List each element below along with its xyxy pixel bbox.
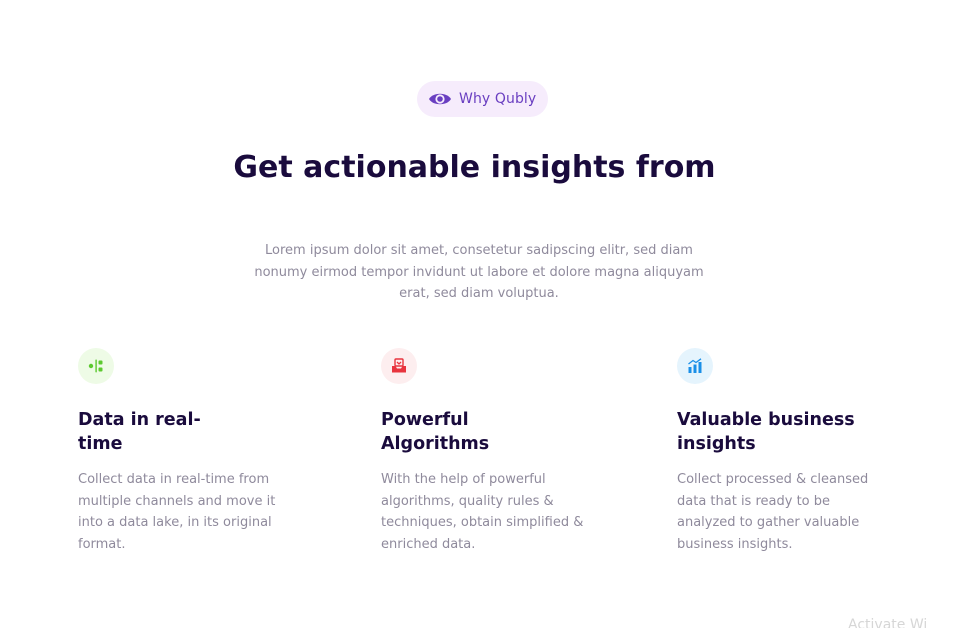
feature-card-insights: Valuable business insights Collect proce… xyxy=(677,348,889,555)
why-qubly-section: Why Qubly Get actionable insights from L… xyxy=(0,0,967,628)
growth-chart-icon xyxy=(677,348,713,384)
activate-windows-watermark: Activate Wi xyxy=(848,617,928,628)
data-flow-icon xyxy=(78,348,114,384)
feature-description: Collect processed & cleansed data that i… xyxy=(677,472,869,552)
feature-card-algorithms: Powerful Algorithms With the help of pow… xyxy=(381,348,586,555)
feature-description: Collect data in real-time from multiple … xyxy=(78,472,276,552)
why-qubly-badge: Why Qubly xyxy=(417,81,548,117)
section-description: Lorem ipsum dolor sit amet, consetetur s… xyxy=(254,243,704,301)
inbox-tray-icon xyxy=(381,348,417,384)
feature-title: Powerful Algorithms xyxy=(381,410,490,454)
badge-label: Why Qubly xyxy=(459,91,537,107)
feature-title: Valuable business insights xyxy=(677,410,855,454)
feature-card-real-time: Data in real-time Collect data in real-t… xyxy=(78,348,283,555)
eye-icon xyxy=(428,90,452,108)
section-title: Get actionable insights from xyxy=(233,150,716,185)
feature-description: With the help of powerful algorithms, qu… xyxy=(381,472,584,552)
feature-title: Data in real-time xyxy=(78,410,201,454)
